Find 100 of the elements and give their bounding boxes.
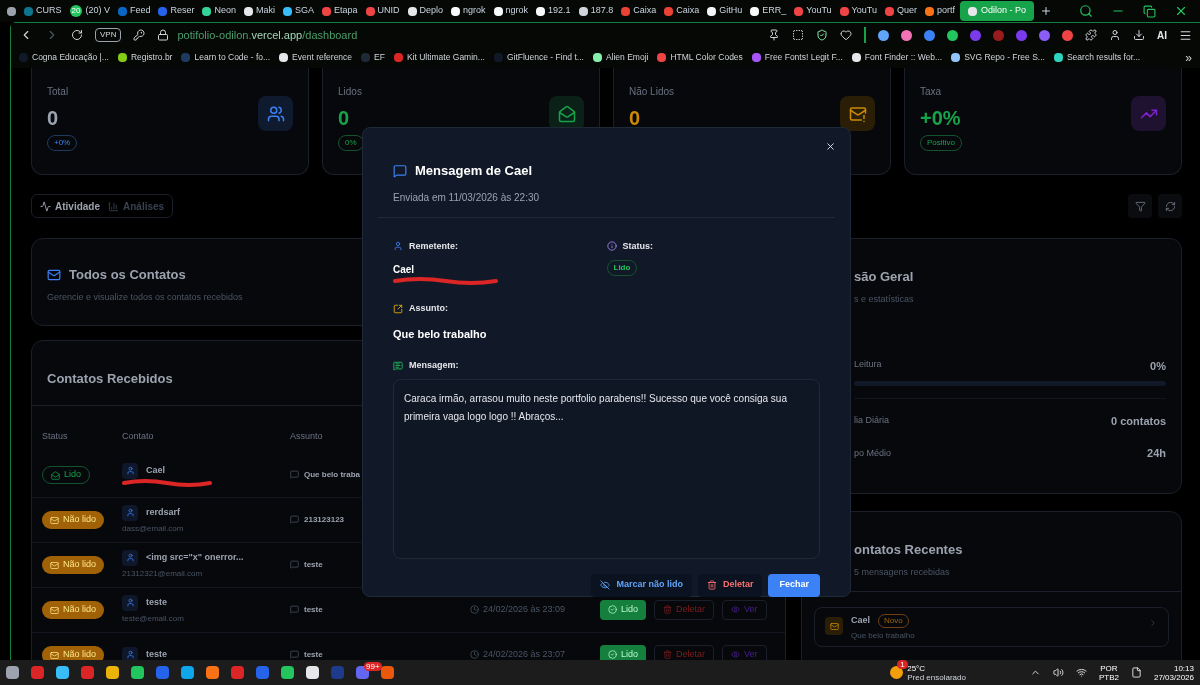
stat-label: Não Lidos	[629, 85, 675, 99]
browser-tab[interactable]: YouTu	[791, 1, 835, 21]
shield-icon[interactable]	[816, 29, 828, 41]
keyboard-layout-text[interactable]: PTB2	[1098, 672, 1119, 682]
network-icon[interactable]	[1075, 667, 1087, 678]
close-icon[interactable]	[825, 141, 836, 152]
browser-tab[interactable]: Reser	[155, 1, 198, 21]
browser-tab[interactable]: Neon	[199, 1, 239, 21]
mark-read-button[interactable]: Lido	[600, 644, 646, 660]
check-icon	[608, 650, 617, 659]
taskbar-app-icon[interactable]	[131, 666, 144, 679]
field-label: Mensagem:	[409, 359, 459, 372]
taskbar-app-icon[interactable]	[106, 666, 119, 679]
card-title: são Geral	[854, 268, 915, 286]
pin-icon[interactable]	[768, 29, 780, 41]
more-bookmarks-button[interactable]: »	[1185, 48, 1192, 67]
mark-unread-button[interactable]: Marcar não lido	[591, 573, 692, 597]
search-icon[interactable]	[1079, 4, 1093, 18]
browser-tab[interactable]: CURS	[21, 1, 65, 21]
restore-icon[interactable]	[1143, 4, 1156, 18]
browser-tab[interactable]: ngrok	[490, 1, 532, 21]
browser-tab[interactable]: Maki	[241, 1, 278, 21]
metric-value: 0 contatos	[1111, 413, 1166, 429]
bookmark-item[interactable]: EF	[361, 51, 385, 64]
stat-value: 0	[629, 106, 642, 131]
clock-date[interactable]: 27/03/2026	[1153, 672, 1194, 682]
bookmark-item[interactable]: Event reference	[279, 51, 353, 64]
refresh-button[interactable]	[1158, 194, 1182, 218]
subject-text: Que belo traba	[304, 468, 360, 481]
card-title: ontatos Recentes	[854, 541, 964, 559]
extension-icon[interactable]	[901, 29, 912, 41]
browser-tab[interactable]: UNID	[362, 1, 403, 21]
bookmark-item[interactable]: HTML Color Codes	[657, 51, 743, 64]
trash-icon	[706, 580, 717, 590]
puzzle-icon[interactable]	[1085, 29, 1097, 41]
filter-button[interactable]	[1128, 194, 1152, 218]
extension-icon[interactable]	[878, 29, 889, 41]
column-header: Assunto	[290, 430, 324, 443]
weather-icon[interactable]	[890, 666, 904, 679]
browser-tab[interactable]: 192.1	[533, 1, 574, 21]
ai-button[interactable]: AI	[1157, 27, 1167, 43]
browser-tab[interactable]: 20 (20) V	[66, 1, 113, 21]
browser-tab[interactable]: Caixa	[618, 1, 660, 21]
reload-icon[interactable]	[71, 29, 83, 41]
browser-tab[interactable]: ngrok	[448, 1, 489, 21]
browser-tab[interactable]: YouTu	[836, 1, 880, 21]
taskbar-app-icon[interactable]	[281, 666, 294, 679]
browser-tab[interactable]: Quer	[881, 1, 920, 21]
mail-alert-icon	[840, 96, 875, 131]
heart-icon[interactable]	[840, 29, 852, 41]
browser-tab[interactable]: Feed	[114, 1, 154, 21]
browser-tab[interactable]: Caixa	[661, 1, 703, 21]
recent-item[interactable]: Cael Novo Que belo trabalho	[814, 607, 1169, 647]
browser-tab[interactable]: Deplo	[404, 1, 447, 21]
mark-read-button[interactable]: Lido	[600, 599, 646, 620]
browser-tab[interactable]: Etapa	[319, 1, 361, 21]
download-icon[interactable]	[1133, 29, 1145, 41]
metric-value: 0%	[1150, 359, 1166, 374]
browser-tab[interactable]: SGA	[280, 1, 317, 21]
clock-time[interactable]: 10:13	[1173, 663, 1194, 673]
open-envelope-icon	[51, 470, 60, 480]
close-button[interactable]: Fechar	[768, 573, 820, 597]
extension-icon[interactable]	[924, 29, 935, 41]
browser-tab[interactable]: ERR_	[747, 1, 790, 21]
tab-badge: 20	[69, 5, 83, 17]
temperature-text: 25°C	[907, 663, 927, 673]
delete-button[interactable]: Deletar	[697, 573, 763, 597]
extension-icon[interactable]	[1062, 29, 1073, 41]
tab-title: 187.8	[590, 4, 614, 18]
bookmark-item[interactable]: Registro.br	[117, 51, 173, 64]
taskbar-app-icon[interactable]	[181, 666, 194, 679]
stat-label: Total	[47, 85, 70, 99]
key-icon[interactable]	[133, 29, 146, 41]
bookmark-item[interactable]: Alien Emoji	[592, 51, 649, 64]
snapshot-icon[interactable]	[792, 29, 804, 41]
weather-badge: 1	[897, 659, 908, 669]
subject-icon	[290, 470, 299, 479]
extension-icon[interactable]	[1039, 29, 1050, 41]
taskbar-app-icon[interactable]	[6, 666, 19, 679]
menu-icon[interactable]	[1179, 28, 1192, 42]
trash-icon	[663, 650, 672, 659]
vpn-badge[interactable]: VPN	[95, 28, 122, 42]
taskbar-app-icon[interactable]	[206, 666, 219, 679]
view-tab[interactable]: Atividade	[40, 198, 100, 214]
contact-name: teste	[146, 595, 167, 609]
metric-label: po Médio	[854, 446, 892, 460]
activity-icon	[40, 200, 51, 212]
url-text[interactable]: potifolio-odilon.vercel.app/dashboard	[177, 26, 358, 44]
profile-icon[interactable]	[1109, 29, 1121, 41]
language-text[interactable]: POR	[1100, 663, 1118, 673]
message-icon	[393, 163, 407, 178]
taskbar-app-icon[interactable]	[306, 666, 319, 679]
browser-tab[interactable]: 187.8	[575, 1, 617, 21]
extension-icon[interactable]	[947, 29, 958, 41]
speaker-icon[interactable]	[1052, 667, 1064, 678]
browser-tab[interactable]: GitHu	[704, 1, 746, 21]
close-icon[interactable]	[1174, 4, 1188, 18]
new-tab-icon[interactable]	[1040, 5, 1052, 17]
browser-tab[interactable]: portf	[921, 1, 958, 21]
taskbar-app-icon[interactable]	[56, 666, 69, 679]
